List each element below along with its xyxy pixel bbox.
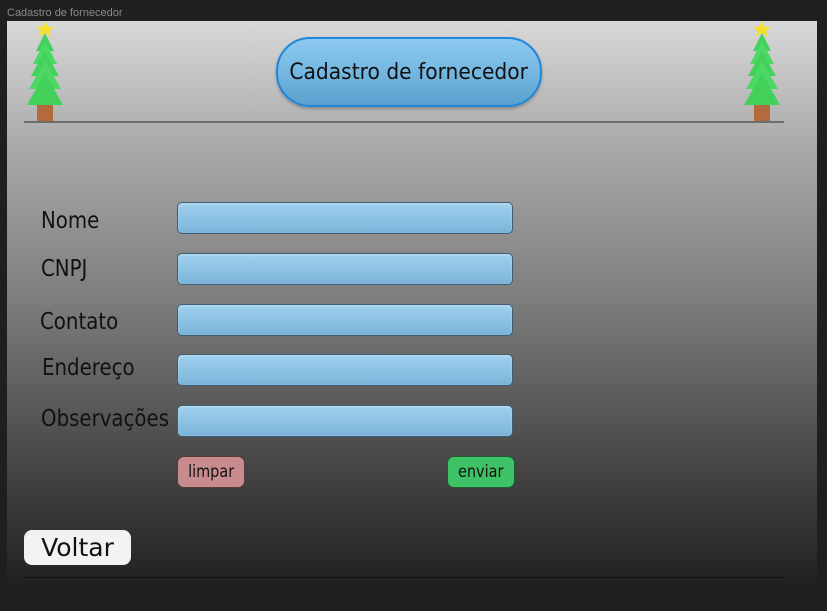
contact-field[interactable] <box>177 304 513 336</box>
cnpj-field[interactable] <box>177 253 513 285</box>
address-label: Endereço <box>42 355 135 381</box>
header-divider <box>24 121 784 123</box>
cnpj-label: CNPJ <box>41 256 88 282</box>
send-button[interactable]: enviar <box>447 456 515 488</box>
window-title: Cadastro de fornecedor <box>7 7 123 19</box>
app-frame: Cadastro de fornecedor Nome CNPJ Contato… <box>7 21 817 591</box>
christmas-tree-icon <box>27 21 63 122</box>
page-title: Cadastro de fornecedor <box>289 59 529 85</box>
notes-label: Observações <box>41 406 170 432</box>
name-label: Nome <box>41 208 100 234</box>
page-title-badge: Cadastro de fornecedor <box>276 37 542 107</box>
clear-button-label: limpar <box>187 462 235 482</box>
footer-divider <box>24 577 784 578</box>
contact-label: Contato <box>40 309 119 335</box>
send-button-label: enviar <box>458 462 504 482</box>
name-field[interactable] <box>177 202 513 234</box>
notes-field[interactable] <box>177 405 513 437</box>
address-field[interactable] <box>177 354 513 386</box>
clear-button[interactable]: limpar <box>177 456 245 488</box>
back-button-label: Voltar <box>41 533 114 562</box>
back-button[interactable]: Voltar <box>24 530 131 565</box>
christmas-tree-icon <box>744 21 780 122</box>
